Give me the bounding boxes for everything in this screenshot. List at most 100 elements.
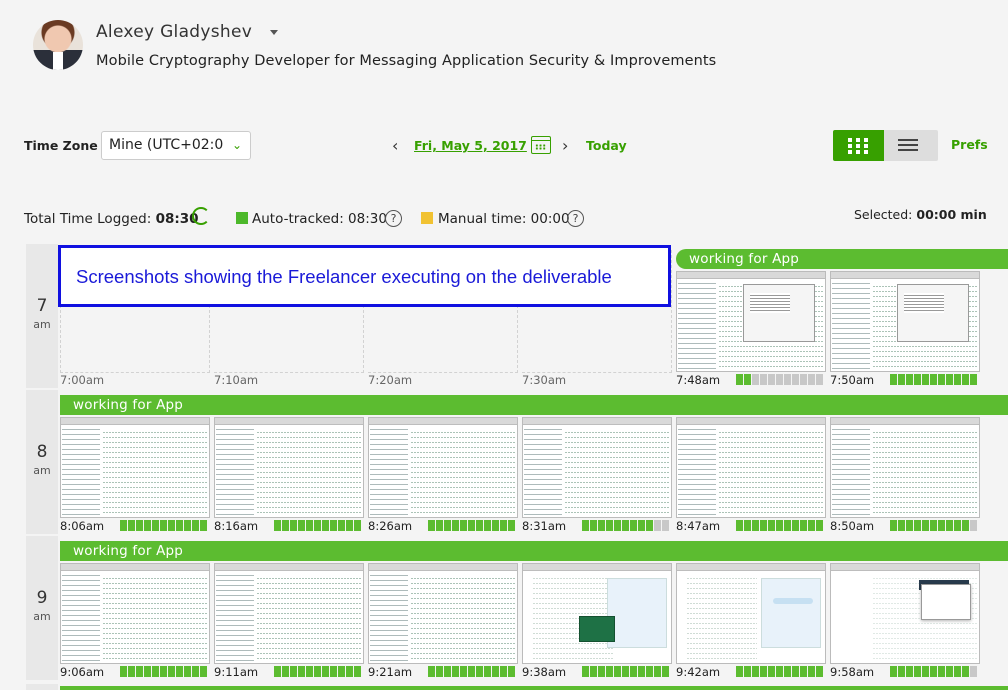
activity-segment bbox=[322, 520, 329, 531]
chevron-left-icon[interactable]: ‹ bbox=[392, 136, 398, 155]
screenshot-thumbnail[interactable] bbox=[830, 417, 980, 518]
activity-segment bbox=[306, 666, 313, 677]
screenshot-slot[interactable]: 7:48am bbox=[676, 244, 826, 388]
activity-meter bbox=[428, 520, 516, 531]
selected-time: Selected: 00:00 min bbox=[854, 207, 987, 222]
activity-segment bbox=[800, 666, 807, 677]
screenshot-slot[interactable]: 8:26am bbox=[368, 390, 518, 534]
activity-segment bbox=[808, 520, 815, 531]
activity-segment bbox=[274, 666, 281, 677]
screenshot-slot[interactable]: 9:06am bbox=[60, 536, 210, 680]
activity-segment bbox=[144, 666, 151, 677]
activity-segment bbox=[290, 520, 297, 531]
activity-segment bbox=[176, 520, 183, 531]
user-name[interactable]: Alexey Gladyshev bbox=[96, 22, 252, 42]
screenshot-slot[interactable]: 8:06am bbox=[60, 390, 210, 534]
activity-segment bbox=[768, 374, 775, 385]
activity-segment bbox=[630, 520, 637, 531]
screenshot-slot[interactable]: 9:42am bbox=[676, 536, 826, 680]
grid-view-icon[interactable] bbox=[833, 130, 884, 161]
activity-segment bbox=[898, 666, 905, 677]
screenshot-thumbnail[interactable] bbox=[676, 417, 826, 518]
activity-segment bbox=[614, 520, 621, 531]
activity-segment bbox=[914, 666, 921, 677]
activity-segment bbox=[784, 520, 791, 531]
activity-segment bbox=[120, 520, 127, 531]
current-date-link[interactable]: Fri, May 5, 2017 bbox=[414, 138, 527, 153]
screenshot-slot[interactable]: 8:16am bbox=[214, 390, 364, 534]
timezone-select[interactable]: Mine (UTC+02:0 ⌄ bbox=[101, 131, 251, 160]
screenshot-thumbnail[interactable] bbox=[830, 271, 980, 372]
screenshot-thumbnail[interactable] bbox=[214, 563, 364, 664]
screenshot-thumbnail[interactable] bbox=[522, 417, 672, 518]
chevron-right-icon[interactable]: › bbox=[562, 136, 568, 155]
activity-segment bbox=[354, 666, 361, 677]
activity-segment bbox=[930, 520, 937, 531]
screenshot-thumbnail[interactable] bbox=[60, 563, 210, 664]
screenshot-slot[interactable]: 9:11am bbox=[214, 536, 364, 680]
activity-meter bbox=[736, 374, 824, 385]
help-icon[interactable]: ? bbox=[567, 210, 584, 227]
screenshot-slot[interactable]: 8:50am bbox=[830, 390, 980, 534]
activity-segment bbox=[776, 374, 783, 385]
activity-segment bbox=[922, 666, 929, 677]
activity-segment bbox=[922, 374, 929, 385]
avatar[interactable] bbox=[33, 20, 83, 70]
screenshot-thumbnail[interactable] bbox=[676, 563, 826, 664]
caret-down-icon[interactable] bbox=[270, 30, 278, 35]
refresh-icon[interactable] bbox=[192, 207, 210, 225]
screenshot-slot[interactable]: 7:50am bbox=[830, 244, 980, 388]
activity-segment bbox=[962, 520, 969, 531]
activity-meter bbox=[120, 666, 208, 677]
activity-segment bbox=[460, 666, 467, 677]
activity-segment bbox=[736, 520, 743, 531]
activity-segment bbox=[428, 666, 435, 677]
hour-number: 8 bbox=[36, 442, 48, 462]
prefs-link[interactable]: Prefs bbox=[951, 137, 988, 152]
activity-segment bbox=[322, 666, 329, 677]
activity-segment bbox=[752, 520, 759, 531]
activity-segment bbox=[484, 666, 491, 677]
activity-segment bbox=[800, 520, 807, 531]
activity-segment bbox=[598, 666, 605, 677]
help-icon[interactable]: ? bbox=[385, 210, 402, 227]
activity-segment bbox=[168, 520, 175, 531]
activity-segment bbox=[184, 666, 191, 677]
activity-segment bbox=[760, 520, 767, 531]
screenshot-slot[interactable]: 9:21am bbox=[368, 536, 518, 680]
auto-tracked-swatch bbox=[236, 212, 248, 224]
activity-segment bbox=[508, 520, 515, 531]
screenshot-thumbnail[interactable] bbox=[676, 271, 826, 372]
activity-segment bbox=[436, 666, 443, 677]
activity-segment bbox=[938, 374, 945, 385]
activity-segment bbox=[476, 666, 483, 677]
activity-segment bbox=[938, 520, 945, 531]
activity-meter bbox=[890, 374, 978, 385]
screenshot-thumbnail[interactable] bbox=[368, 417, 518, 518]
activity-segment bbox=[736, 666, 743, 677]
screenshot-thumbnail[interactable] bbox=[368, 563, 518, 664]
activity-meter bbox=[274, 666, 362, 677]
screenshot-slot[interactable]: 8:47am bbox=[676, 390, 826, 534]
activity-segment bbox=[792, 374, 799, 385]
screenshot-slot[interactable]: 9:38am bbox=[522, 536, 672, 680]
hour-ampm: am bbox=[33, 318, 51, 331]
activity-segment bbox=[192, 666, 199, 677]
screenshot-thumbnail[interactable] bbox=[214, 417, 364, 518]
activity-segment bbox=[776, 666, 783, 677]
screenshot-thumbnail[interactable] bbox=[522, 563, 672, 664]
calendar-icon[interactable] bbox=[531, 136, 551, 154]
activity-segment bbox=[890, 666, 897, 677]
activity-bar[interactable] bbox=[60, 686, 1008, 690]
screenshot-slot[interactable]: 8:31am bbox=[522, 390, 672, 534]
hour-ampm: am bbox=[33, 610, 51, 623]
slot-time: 7:20am bbox=[368, 373, 413, 387]
activity-segment bbox=[646, 520, 653, 531]
activity-segment bbox=[768, 666, 775, 677]
screenshot-thumbnail[interactable] bbox=[60, 417, 210, 518]
list-view-icon[interactable] bbox=[884, 130, 938, 161]
screenshot-thumbnail[interactable] bbox=[830, 563, 980, 664]
today-link[interactable]: Today bbox=[586, 138, 627, 153]
activity-segment bbox=[200, 520, 207, 531]
screenshot-slot[interactable]: 9:58am bbox=[830, 536, 980, 680]
